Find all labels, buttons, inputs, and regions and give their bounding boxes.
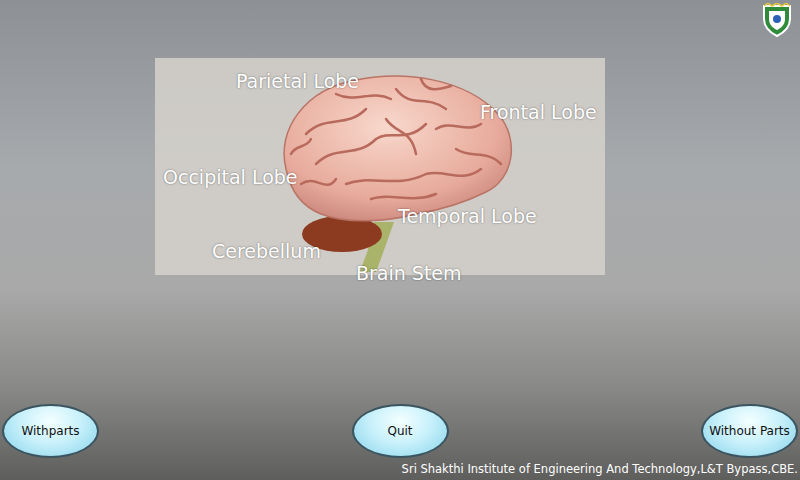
footer-text: Sri Shakthi Institute of Engineering And…	[0, 458, 800, 480]
part-label: Parietal Lobe	[236, 70, 359, 92]
part-label: Cerebellum	[212, 240, 321, 262]
part-label: Occipital Lobe	[163, 166, 298, 188]
oval-button[interactable]: Withparts	[2, 404, 99, 458]
camera-view: Parietal Lobe Frontal Lobe Occipital Lobe T…	[0, 0, 800, 404]
part-label: Temporal Lobe	[398, 205, 537, 227]
oval-button[interactable]: Without Parts	[701, 404, 798, 458]
button-row: Withparts Quit Without Parts	[0, 404, 800, 458]
oval-button[interactable]: Quit	[352, 404, 449, 458]
ar-screen: Parietal Lobe Frontal Lobe Occipital Lobe T…	[0, 0, 800, 480]
college-logo-icon	[760, 3, 794, 37]
part-label: Frontal Lobe	[480, 101, 597, 123]
part-label: Brain Stem	[356, 262, 462, 284]
